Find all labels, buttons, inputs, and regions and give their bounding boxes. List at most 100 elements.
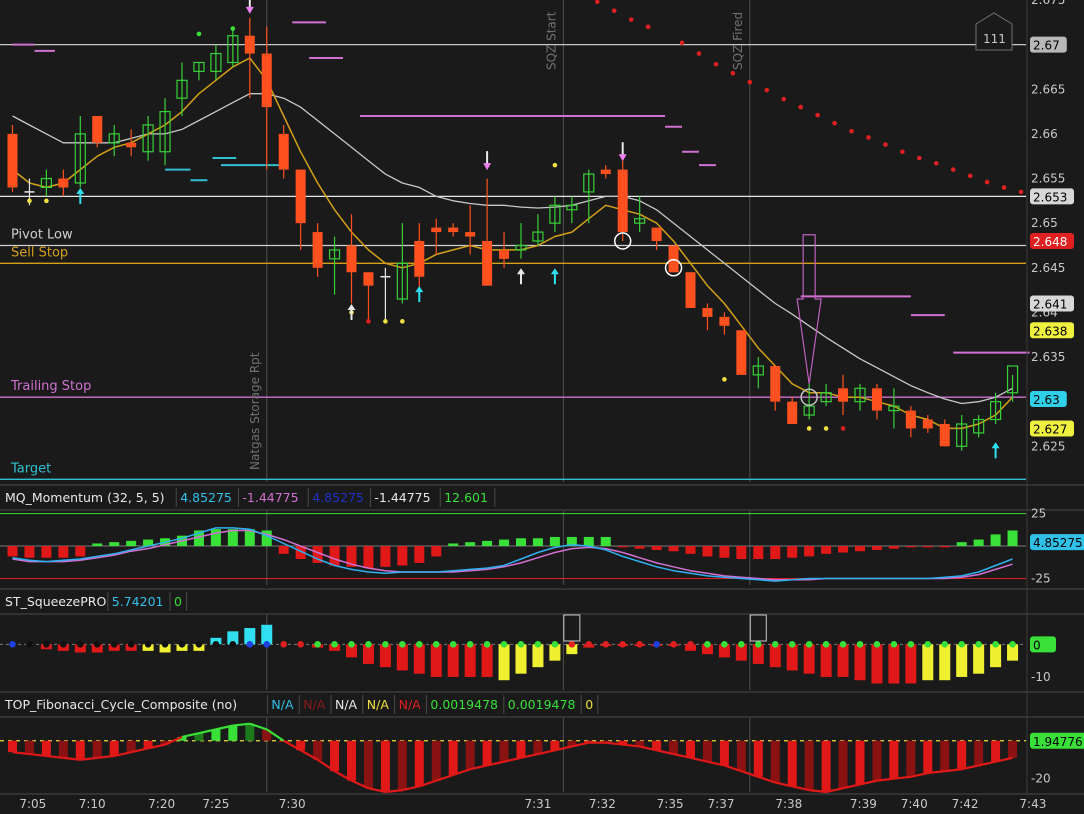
price-tick-label: 2.655 [1031, 172, 1065, 186]
squeeze-dot [399, 641, 406, 648]
indicator-title: TOP_Fibonacci_Cycle_Composite (no) [4, 697, 237, 712]
momentum-bar [41, 546, 52, 558]
sar-dot [815, 112, 820, 118]
squeeze-dot [161, 641, 169, 648]
fibonacci-bar [92, 740, 102, 758]
squeeze-dot [500, 641, 508, 648]
time-tick-label: 7:20 [148, 797, 175, 811]
momentum-bar [685, 546, 696, 554]
squeeze-dot [941, 641, 949, 648]
price-label-text: 2.648 [1033, 235, 1067, 249]
price-label-text: 2.653 [1033, 190, 1067, 204]
squeeze-bar [803, 644, 815, 674]
momentum-bar [380, 546, 391, 567]
squeeze-dot [77, 641, 84, 648]
signal-dot [806, 426, 812, 431]
momentum-bar [465, 542, 476, 547]
momentum-bar [770, 546, 781, 560]
fibonacci-bar [41, 740, 51, 756]
indicator-value: -1.44775 [374, 490, 430, 505]
indicator-value: -1.44775 [242, 490, 298, 505]
candle-body [939, 423, 950, 447]
momentum-bar [532, 538, 543, 547]
momentum-bar [92, 543, 103, 547]
time-tick-label: 7:38 [775, 797, 802, 811]
squeeze-dot [382, 641, 389, 648]
candle-body [414, 241, 425, 277]
squeeze-bar [888, 644, 900, 684]
indicator-value: 0 [585, 697, 593, 712]
squeeze-value-label-text: 0 [1033, 638, 1041, 652]
fibonacci-bar [431, 740, 441, 781]
momentum-bar [990, 534, 1001, 547]
momentum-bar [787, 546, 798, 558]
momentum-bar [397, 546, 408, 566]
squeeze-dot [924, 641, 932, 648]
momentum-bar [482, 540, 493, 547]
squeeze-bar [532, 644, 544, 668]
indicator-value: 0.0019478 [430, 697, 498, 712]
fibonacci-bar [414, 740, 424, 787]
price-tick-label: 2.65 [1031, 216, 1058, 230]
candle-body [363, 272, 374, 286]
price-label: 2.627 [1030, 420, 1074, 437]
sar-dot [900, 149, 905, 155]
sar-dot [1018, 189, 1024, 195]
candle-body [448, 227, 459, 233]
fibonacci-bar [838, 740, 848, 789]
squeeze-dot [26, 641, 33, 648]
fibonacci-bar [482, 740, 492, 766]
momentum-value-label: 4.85275 [1030, 534, 1084, 550]
time-tick-label: 7:40 [901, 797, 928, 811]
fibonacci-bar [228, 725, 238, 741]
candle-body [922, 419, 933, 429]
squeeze-dot [975, 641, 982, 648]
squeeze-dot [60, 641, 67, 648]
indicator-value: 0 [174, 594, 182, 609]
squeeze-dot [466, 641, 474, 648]
fibonacci-bar [75, 740, 85, 760]
squeeze-dot [93, 641, 101, 648]
squeeze-dot [416, 641, 423, 648]
squeeze-dot [839, 641, 847, 648]
candle-body [346, 245, 357, 273]
price-label: 2.641 [1030, 295, 1074, 312]
momentum-bar [448, 543, 459, 547]
indicator-value: N/A [271, 697, 294, 712]
momentum-bar [905, 546, 916, 548]
time-tick-label: 7:31 [524, 797, 551, 811]
badge-label: 111 [983, 32, 1006, 46]
candle-body [871, 388, 882, 411]
sar-dot [849, 128, 854, 134]
level-label: Sell Stop [11, 245, 68, 260]
fibonacci-bar [109, 740, 119, 756]
squeeze-bar [413, 644, 425, 674]
candle-body [7, 133, 18, 188]
level-label: Trailing Stop [10, 379, 91, 394]
squeeze-bar [786, 644, 798, 671]
squeeze-dot [331, 641, 338, 648]
momentum-bar [600, 536, 611, 547]
level-label: Target [10, 461, 51, 476]
signal-dot [840, 426, 846, 431]
momentum-bar [736, 546, 747, 560]
trading-chart[interactable]: Pivot Low Sell Stop Trailing Stop Target Nat… [0, 0, 1084, 814]
squeeze-dot [280, 641, 288, 648]
momentum-bar [1007, 530, 1018, 547]
momentum-bar [719, 546, 730, 558]
time-tick-label: 7:30 [279, 797, 306, 811]
momentum-bar [939, 546, 950, 548]
squeeze-dot [517, 641, 525, 648]
indicator-value: N/A [303, 697, 326, 712]
fibonacci-bar [363, 740, 373, 789]
fibonacci-value-label: 1.94776 [1030, 732, 1084, 749]
indicator-title: MQ_Momentum (32, 5, 5) [5, 490, 165, 505]
squeeze-bar [430, 644, 442, 677]
vertical-annotation-label: SQZ Start [544, 11, 558, 70]
sar-dot [645, 24, 651, 30]
sar-dot [611, 8, 617, 14]
fibonacci-bar [58, 740, 68, 758]
time-tick-label: 7:10 [79, 797, 106, 811]
squeeze-bar [922, 644, 934, 681]
price-label: 2.63 [1030, 390, 1067, 407]
